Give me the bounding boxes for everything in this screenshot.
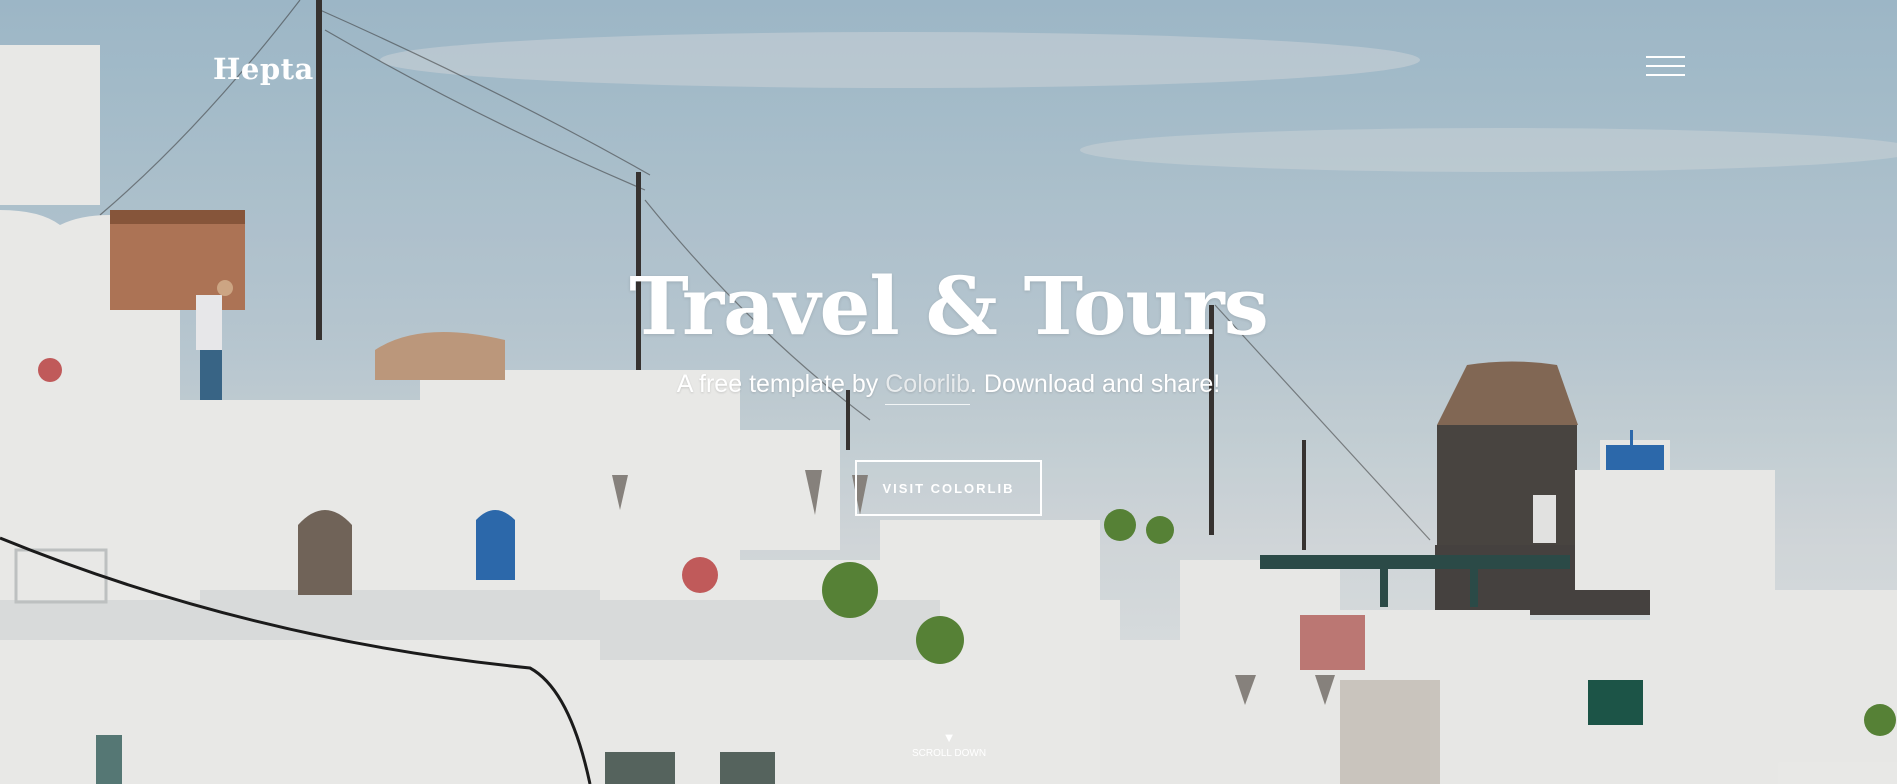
hero-title: Travel & Tours [629, 259, 1268, 353]
menu-line [1646, 56, 1685, 58]
menu-line [1646, 74, 1685, 76]
scroll-down-arrow-icon: ▼ [942, 730, 956, 745]
hero-subtitle-text-end: . Download and share! [970, 370, 1221, 398]
colorlib-link[interactable]: Colorlib [885, 370, 971, 405]
scroll-down-label: SCROLL DOWN [911, 748, 987, 759]
hero-subtitle-text: A free template by [676, 370, 886, 398]
hero-subtitle: A free template by Colorlib. Download an… [0, 366, 1897, 405]
scroll-down-link[interactable]: ▼ SCROLL DOWN [899, 731, 999, 765]
brand-logo[interactable]: Hepta [213, 52, 314, 86]
visit-colorlib-button[interactable]: VISIT COLORLIB [855, 460, 1042, 516]
hamburger-menu-icon[interactable] [1646, 53, 1685, 79]
menu-line [1646, 65, 1685, 67]
